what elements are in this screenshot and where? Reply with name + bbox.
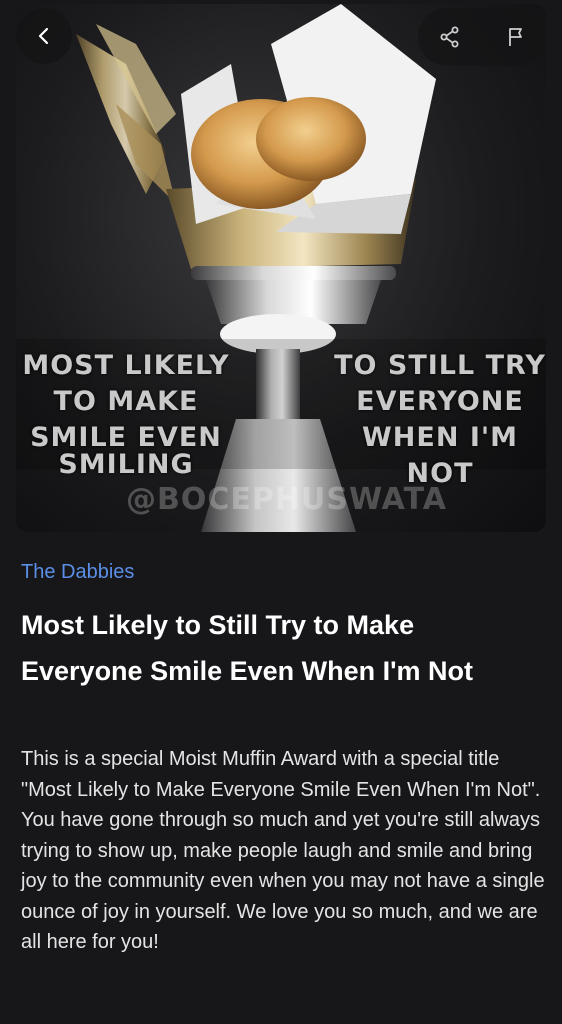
award-description: This is a special Moist Muffin Award wit… [21, 748, 545, 953]
share-icon [440, 26, 459, 48]
back-button[interactable] [16, 8, 72, 64]
caption-left-line: TO MAKE [53, 386, 199, 417]
caption-right-line: TO STILL TRY [334, 350, 546, 381]
caption-left: MOST LIKELY TO MAKE SMILE EVEN SMILING [16, 348, 236, 483]
flag-icon [509, 28, 522, 46]
caption-right: TO STILL TRY EVERYONE WHEN I'M NOT [334, 348, 546, 492]
caption-left-line: MOST LIKELY [22, 350, 230, 381]
caption-right-line: EVERYONE [356, 386, 524, 417]
category-link[interactable]: The Dabbies [21, 558, 134, 586]
chevron-left-icon [38, 27, 49, 45]
report-button[interactable] [488, 9, 544, 65]
share-button[interactable] [422, 9, 478, 65]
award-image: MOST LIKELY TO MAKE SMILE EVEN SMILING T… [16, 4, 546, 532]
award-title: Most Likely to Still Try to Make Everyon… [21, 610, 474, 686]
watermark: @BOCEPHUSWATA [126, 482, 447, 517]
